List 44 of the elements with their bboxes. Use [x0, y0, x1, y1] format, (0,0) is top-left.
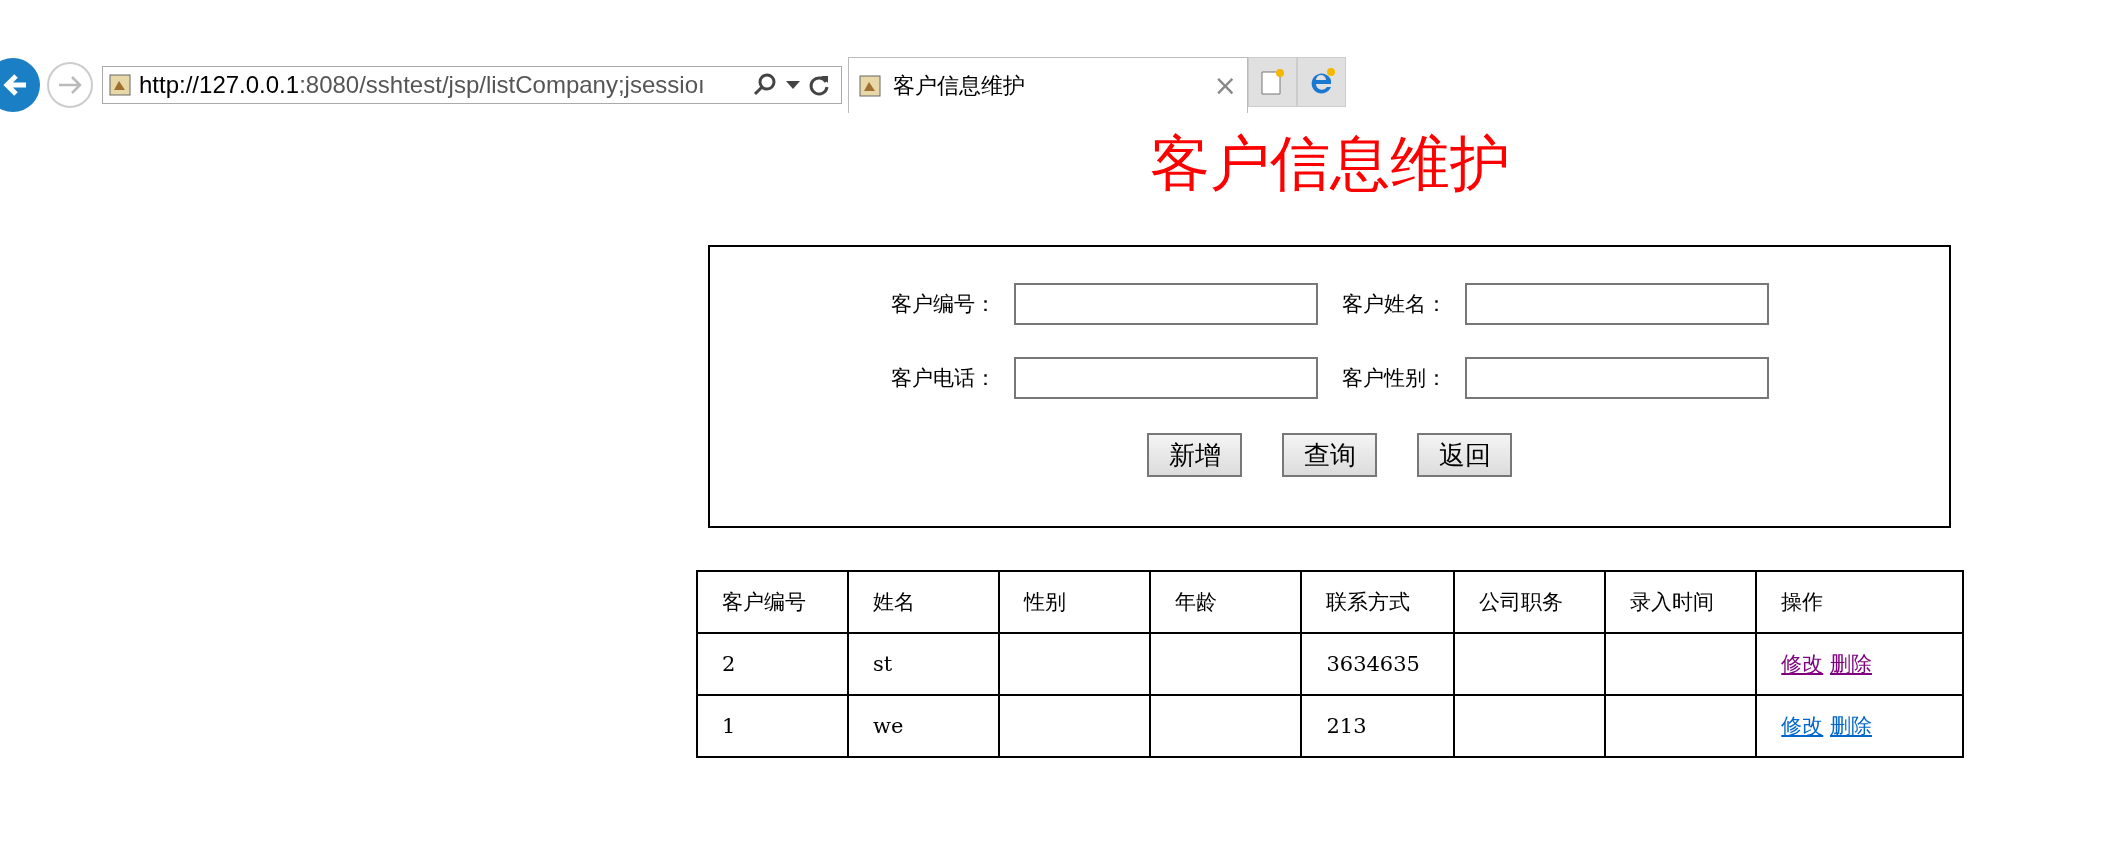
- page-icon: [109, 74, 131, 96]
- form-button[interactable]: 返回: [1417, 433, 1512, 477]
- input-field[interactable]: [1013, 357, 1318, 399]
- form-button[interactable]: 查询: [1282, 433, 1377, 477]
- browser-tab[interactable]: 客户信息维护 ×: [848, 57, 1248, 113]
- refresh-icon[interactable]: [808, 73, 830, 97]
- close-button[interactable]: ×: [1213, 69, 1237, 102]
- column-header: 录入时间: [1605, 571, 1757, 633]
- input-field[interactable]: [1013, 283, 1318, 325]
- page-title: 客户信息维护: [1149, 127, 1510, 200]
- search-icon[interactable]: [752, 72, 778, 98]
- action-link[interactable]: 修改: [1781, 652, 1824, 676]
- page-icon: [859, 74, 881, 97]
- tab-title: 客户信息维护: [893, 71, 1026, 100]
- address-bar[interactable]: http://127.0.0.1:8080/sshtest/jsp/listCompany;jsessioı: [102, 66, 842, 104]
- action-link[interactable]: 删除: [1829, 714, 1872, 738]
- column-header: 客户编号: [697, 571, 849, 633]
- table-cell: 2: [697, 633, 849, 695]
- table-cell: 213: [1301, 695, 1455, 757]
- input-field[interactable]: [1464, 283, 1769, 325]
- column-header: 联系方式: [1301, 571, 1455, 633]
- caret-icon[interactable]: [786, 80, 800, 90]
- input-field[interactable]: [1464, 357, 1769, 399]
- table-cell: we: [848, 695, 1000, 757]
- action-link[interactable]: 修改: [1781, 714, 1824, 738]
- new-tab-button[interactable]: [1248, 57, 1297, 107]
- form-button[interactable]: 新增: [1147, 433, 1242, 477]
- new-page-icon: [1259, 68, 1286, 96]
- column-header: 性别: [999, 571, 1151, 633]
- column-header: 公司职务: [1454, 571, 1606, 633]
- column-header: 年龄: [1150, 571, 1302, 633]
- table-cell: 3634635: [1301, 633, 1455, 695]
- column-header: 姓名: [848, 571, 1000, 633]
- table-cell: 1: [697, 695, 849, 757]
- back-button-icon[interactable]: [0, 58, 40, 112]
- field-label: 客户电话：: [890, 365, 996, 392]
- field-label: 客户姓名：: [1341, 291, 1447, 318]
- field-label: 客户性别：: [1341, 365, 1447, 392]
- url-text: http://127.0.0.1:8080/sshtest/jsp/listCompany;jsessioı: [139, 71, 706, 99]
- table-cell: st: [848, 633, 1000, 695]
- column-header: 操作: [1756, 571, 1963, 633]
- action-link[interactable]: 删除: [1829, 652, 1872, 676]
- browser-logo-button[interactable]: [1297, 57, 1346, 107]
- field-label: 客户编号：: [890, 291, 996, 318]
